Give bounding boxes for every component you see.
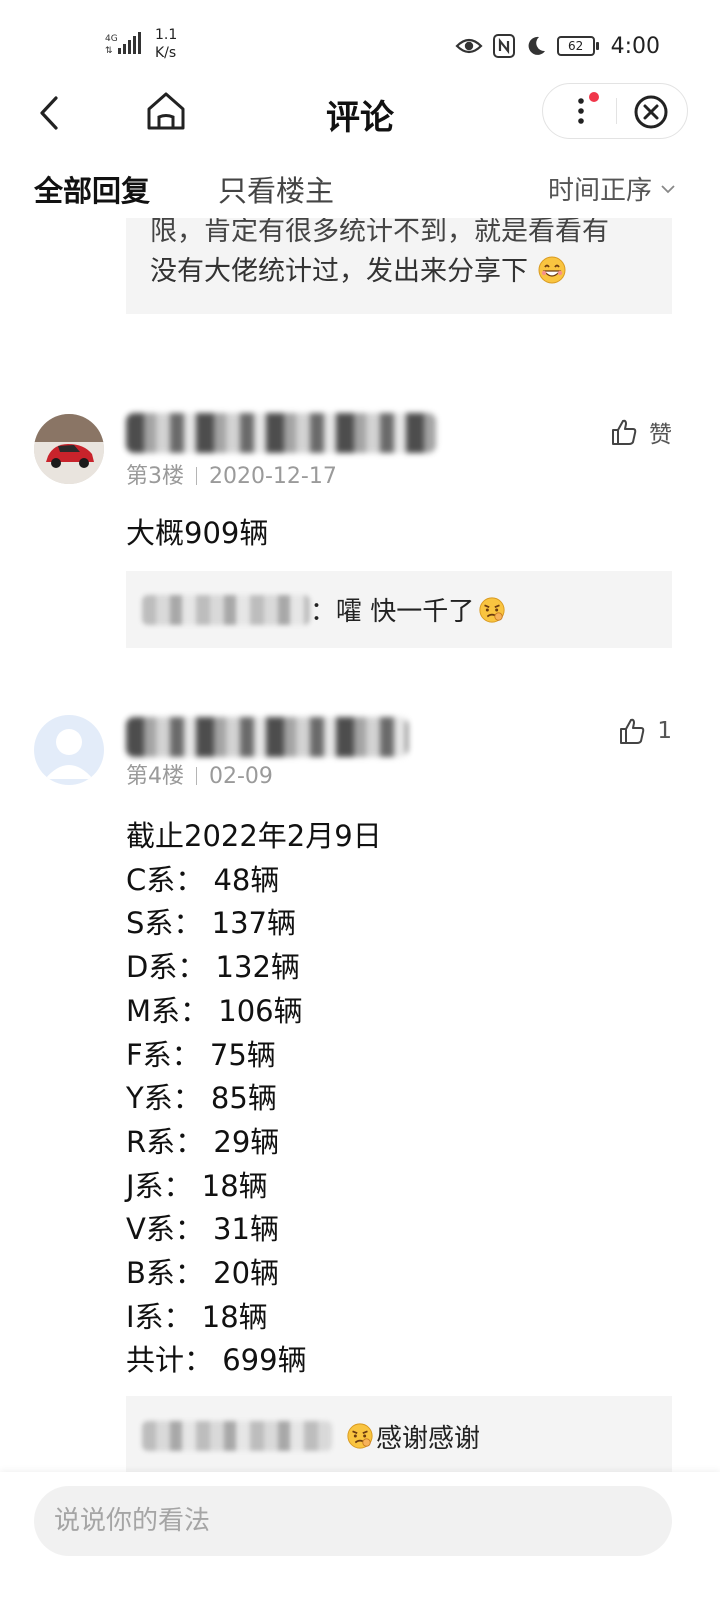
comment-line: M系： 106辆 <box>126 993 303 1028</box>
car-avatar-image <box>34 414 104 484</box>
comment-line: 截止2022年2月9日 <box>126 819 382 853</box>
sub-reply-text: 感谢感谢 <box>376 1423 481 1454</box>
meta-separator <box>196 767 197 785</box>
like-count: 1 <box>657 718 672 744</box>
reply-author-blurred <box>142 594 310 625</box>
top-nav-bar: 评论 <box>0 80 720 146</box>
sort-dropdown[interactable]: 时间正序 <box>548 170 676 207</box>
sub-reply[interactable]: 感谢感谢 <box>126 1396 672 1472</box>
post-date: 2020-12-17 <box>209 464 337 489</box>
comment-text: 截止2022年2月9日 C系： 48辆 S系： 137辆 D系： 132辆 M系： 10… <box>126 815 382 1383</box>
comment-line: J系： 18辆 <box>126 1168 268 1203</box>
svg-text:⇅: ⇅ <box>105 46 113 56</box>
sub-reply[interactable]: ：嚯 快一千了 <box>126 571 672 648</box>
username-blurred[interactable] <box>126 413 436 453</box>
angry-emoji-icon <box>479 596 505 623</box>
quoted-reply-fragment: 限，肯定有很多统计不到，就是看看有 没有大佬统计过，发出来分享下 <box>126 218 672 314</box>
status-icons: 62 4:00 <box>455 30 660 62</box>
comment-input-bar <box>0 1472 720 1600</box>
tab-all-replies[interactable]: 全部回复 <box>34 168 150 210</box>
floor-number: 第3楼 <box>126 464 184 489</box>
comment-list[interactable]: 限，肯定有很多统计不到，就是看看有 没有大佬统计过，发出来分享下 第3楼 202… <box>0 218 720 1472</box>
quote-line-1: 限，肯定有很多统计不到，就是看看有 <box>150 218 609 247</box>
quote-line-2: 没有大佬统计过，发出来分享下 <box>150 252 648 292</box>
comment-line: S系： 137辆 <box>126 906 296 941</box>
capsule-divider <box>616 98 617 124</box>
comment-line: F系： 75辆 <box>126 1037 276 1072</box>
comment-line: B系： 20辆 <box>126 1256 280 1291</box>
comment-line: D系： 132辆 <box>126 950 300 985</box>
quote-line-2-text: 没有大佬统计过，发出来分享下 <box>150 256 528 287</box>
grin-emoji-icon <box>538 256 566 284</box>
sort-label: 时间正序 <box>547 176 652 206</box>
network-speed: 1.1 K/s <box>155 26 177 62</box>
like-button[interactable]: 1 <box>617 716 672 746</box>
signal-icon: 4G ⇅ <box>105 32 141 56</box>
comment-line: V系： 31辆 <box>126 1212 279 1247</box>
meta-separator <box>196 467 197 485</box>
more-menu-icon[interactable] <box>563 91 603 131</box>
reply-filter-tabs: 全部回复 只看楼主 时间正序 <box>0 166 720 212</box>
floor-meta: 第3楼 2020-12-17 <box>126 458 337 490</box>
username-blurred[interactable] <box>126 717 408 757</box>
sub-reply-text: ：嚯 快一千了 <box>310 597 475 627</box>
close-icon[interactable] <box>632 93 670 131</box>
svg-text:4G: 4G <box>105 34 118 44</box>
comment-line: Y系： 85辆 <box>126 1081 277 1116</box>
reply-author-blurred <box>142 1421 332 1451</box>
comment-text: 大概909辆 <box>126 516 269 550</box>
angry-emoji-icon <box>347 1423 373 1449</box>
like-button[interactable]: 赞 <box>609 415 672 449</box>
mini-program-capsule <box>542 83 688 139</box>
avatar[interactable] <box>34 715 104 785</box>
network-speed-value: 1.1 <box>155 27 178 43</box>
comment-line: R系： 29辆 <box>126 1124 280 1159</box>
tab-host-only[interactable]: 只看楼主 <box>218 168 334 210</box>
avatar[interactable] <box>34 414 104 484</box>
comment-input[interactable] <box>34 1486 672 1556</box>
thumbs-up-icon <box>620 718 645 744</box>
eye-icon <box>455 38 483 54</box>
like-label: 赞 <box>649 422 672 448</box>
thumbs-up-icon <box>612 419 637 445</box>
nfc-icon <box>492 34 515 58</box>
floor-number: 第4楼 <box>126 764 184 789</box>
floor-meta: 第4楼 02-09 <box>126 758 273 790</box>
network-speed-unit: K/s <box>155 45 177 61</box>
comment-line: 共计： 699辆 <box>126 1343 307 1378</box>
battery-indicator: 62 <box>556 36 599 56</box>
moon-icon <box>528 36 545 55</box>
clock: 4:00 <box>610 33 660 59</box>
status-bar: 4G ⇅ 1.1 K/s 62 4:00 <box>0 0 720 92</box>
default-avatar-icon <box>34 715 104 785</box>
chevron-down-icon <box>661 184 675 193</box>
comment-line: C系： 48辆 <box>126 862 280 897</box>
post-date: 02-09 <box>209 764 273 789</box>
comment-line: I系： 18辆 <box>126 1299 268 1334</box>
